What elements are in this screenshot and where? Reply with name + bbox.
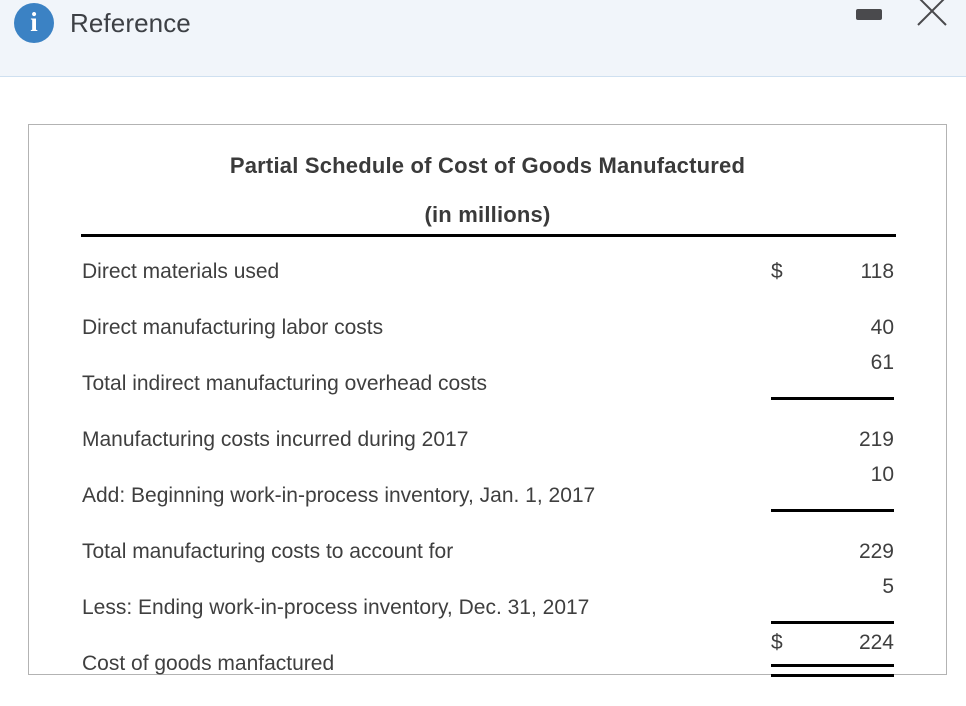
row-subtotal-rule [771,621,894,624]
row-total-rule [771,664,894,677]
info-icon-glyph: i [30,6,38,37]
table-row: Less: Ending work-in-process inventory, … [29,575,946,635]
row-value: 10 [870,463,894,486]
row-subtotal-rule [771,397,894,400]
row-value: 118 [860,260,894,283]
reference-panel: Partial Schedule of Cost of Goods Manufa… [28,124,947,677]
window-title: Reference [70,7,191,38]
table-row-total: Cost of goods manfactured $ 224 [29,631,946,691]
schedule-title: Partial Schedule of Cost of Goods Manufa… [229,153,746,178]
minimize-button[interactable] [854,0,894,28]
table-row: Total manufacturing costs to account for… [29,523,946,579]
row-label: Manufacturing costs incurred during 2017 [82,428,469,451]
row-label: Direct materials used [82,260,280,283]
table-row: Manufacturing costs incurred during 2017… [29,411,946,467]
table-row: Add: Beginning work-in-process inventory… [29,463,946,523]
close-button[interactable] [912,0,952,31]
row-subtotal-rule [771,509,894,512]
table-row: Direct manufacturing labor costs 40 [29,299,946,355]
close-icon [917,0,947,26]
table-row: Total indirect manufacturing overhead co… [29,351,946,411]
row-value: 5 [882,575,894,598]
row-currency: $ [771,631,783,654]
window-controls [826,0,966,46]
row-value: 224 [858,631,894,654]
row-value: 40 [870,316,894,339]
titlebar-left-group: i Reference [14,3,191,43]
schedule-subtitle: (in millions) [424,202,551,227]
schedule-rows: Direct materials used $ 118 Direct manuf… [29,243,946,691]
row-value: 61 [870,351,894,374]
row-value: 219 [858,428,894,451]
row-label: Cost of goods manfactured [82,652,335,675]
row-label: Less: Ending work-in-process inventory, … [82,596,590,619]
info-icon: i [14,3,54,43]
header-divider [81,234,896,237]
row-label: Total manufacturing costs to account for [82,540,454,563]
cost-of-goods-schedule: Partial Schedule of Cost of Goods Manufa… [29,125,946,677]
row-label: Add: Beginning work-in-process inventory… [82,484,596,507]
row-label: Total indirect manufacturing overhead co… [82,372,488,395]
minimize-icon [856,9,882,20]
table-row: Direct materials used $ 118 [29,243,946,299]
window-titlebar: i Reference [0,0,966,77]
row-value: 229 [858,540,894,563]
row-currency: $ [771,260,783,283]
row-label: Direct manufacturing labor costs [82,316,384,339]
